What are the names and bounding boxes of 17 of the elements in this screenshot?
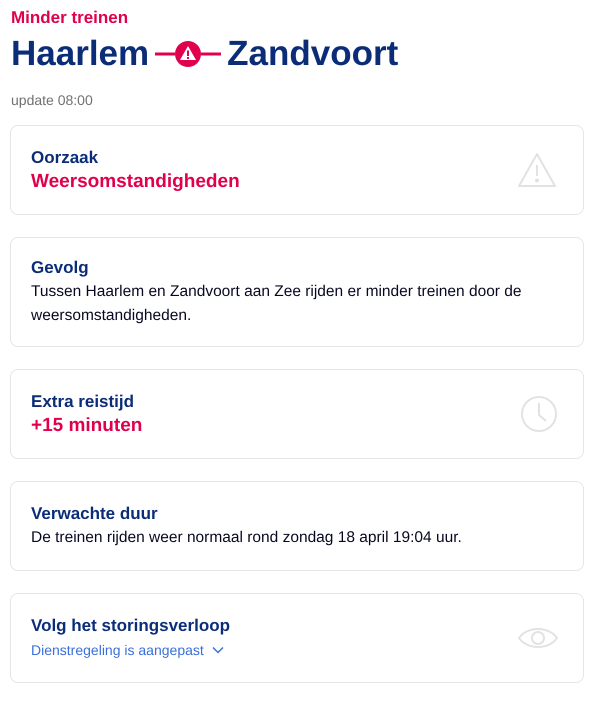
- disruption-icon: [155, 41, 222, 67]
- card-title: Extra reistijd: [31, 391, 135, 413]
- card-text: De treinen rijden weer normaal rond zondag 18 april 19:04 uur.: [31, 528, 462, 548]
- card-title: Gevolg: [31, 257, 90, 279]
- card-text: Tussen Haarlem en Zandvoort aan Zee rijden er minder treinen door de weersomstandigheden.: [31, 282, 523, 326]
- timetable-link[interactable]: Dienstregeling is aangepast: [31, 638, 230, 662]
- card-title: Volg het storingsverloop: [31, 615, 230, 637]
- chevron-icon: [212, 646, 224, 654]
- route-from: Haarlem: [11, 33, 150, 75]
- route-to: Zandvoort: [227, 33, 398, 75]
- card-value: Weersomstandigheden: [31, 170, 240, 194]
- card-value: +15 minuten: [31, 414, 142, 438]
- update-time: update 08:00: [11, 91, 94, 110]
- card-title: Verwachte duur: [31, 503, 159, 525]
- status-label: Minder treinen: [11, 8, 130, 28]
- card-title: Oorzaak: [31, 147, 100, 169]
- clock-icon: [519, 394, 559, 434]
